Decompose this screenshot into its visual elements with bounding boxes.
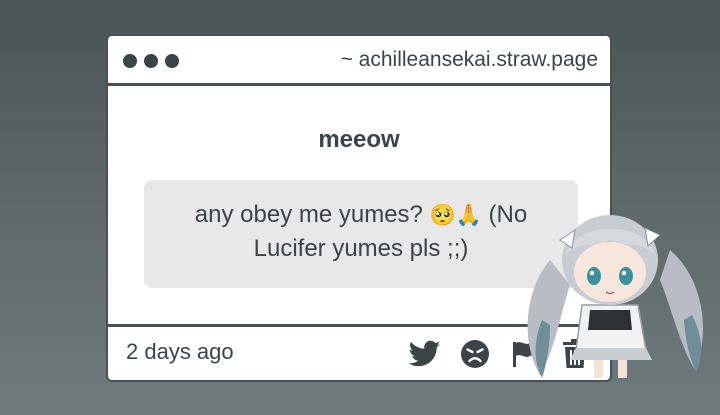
timestamp: 2 days ago	[126, 339, 234, 364]
pleading-praying-emoji: 🥺🙏	[429, 203, 482, 227]
page-url: ~ achilleansekai.straw.page	[340, 48, 598, 71]
window-titlebar: ~ achilleansekai.straw.page	[108, 36, 610, 86]
window-dot	[144, 54, 158, 68]
question-line-2: Lucifer yumes pls ;;)	[253, 235, 469, 262]
window-dot	[165, 54, 179, 68]
question-text: any obey me yumes?	[194, 201, 423, 228]
question-line-1: any obey me yumes? 🥺🙏 (No	[164, 198, 558, 232]
twitter-bird-icon	[409, 340, 441, 367]
share-twitter-button[interactable]	[408, 338, 442, 370]
window-dot	[123, 54, 137, 68]
angry-face-icon	[461, 340, 489, 368]
anime-figurine-sticker	[527, 215, 703, 378]
question-bubble: any obey me yumes? 🥺🙏 (No Lucifer yumes …	[144, 180, 578, 288]
window-controls	[123, 54, 179, 68]
question-title: meeow	[318, 126, 400, 153]
react-angry-button[interactable]	[458, 338, 492, 370]
